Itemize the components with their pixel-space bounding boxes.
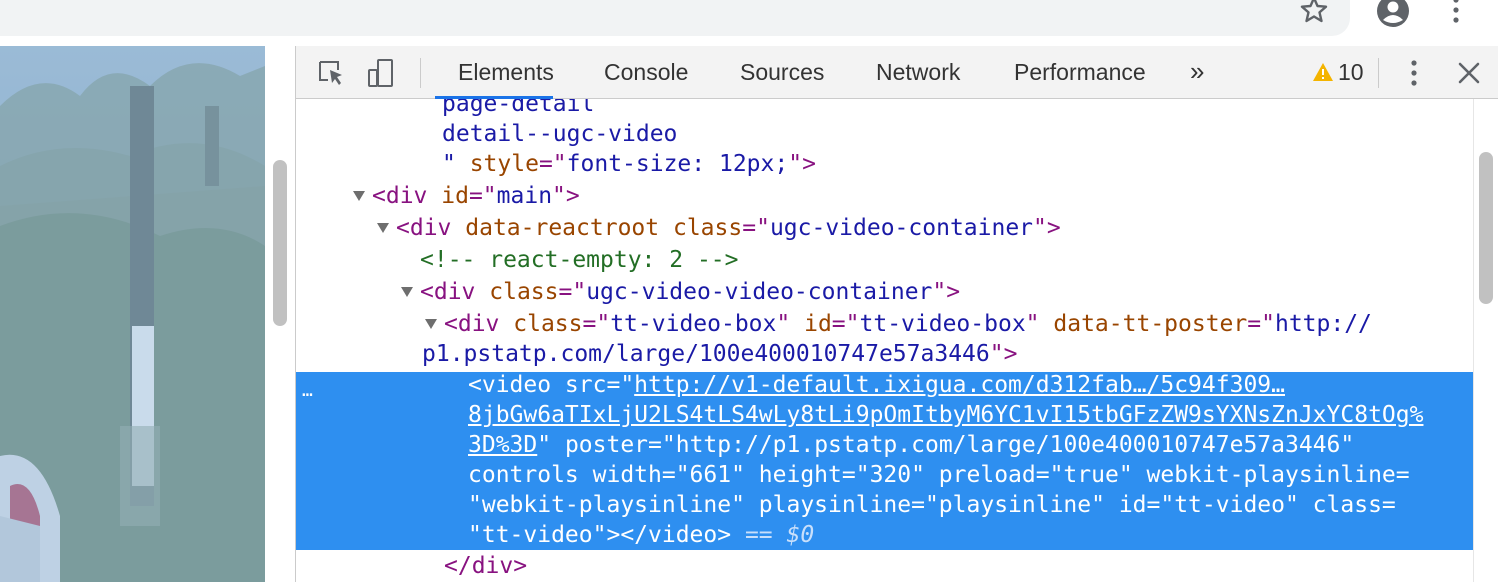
tree-line[interactable]: 8jbGw6aTIxLjU2LS4tLS4wLy8tLi9pOmItbyM6YC…: [468, 400, 1423, 430]
expand-triangle-icon[interactable]: [425, 319, 437, 329]
tree-node-ugc-video-container[interactable]: <div data-reactroot class="ugc-video-con…: [396, 213, 1061, 243]
tab-network[interactable]: Network: [876, 46, 960, 99]
video-src-link[interactable]: 3D%3D: [468, 432, 537, 458]
devtools-panel: Elements Console Sources Network Perform…: [295, 46, 1498, 582]
tab-performance[interactable]: Performance: [1014, 46, 1146, 99]
tree-line[interactable]: <video src="http://v1-default.ixigua.com…: [468, 370, 1285, 400]
tree-line[interactable]: p1.pstatp.com/large/100e400010747e57a344…: [422, 339, 1017, 369]
tab-sources[interactable]: Sources: [740, 46, 824, 99]
tree-node-tt-video-box[interactable]: <div class="tt-video-box" id="tt-video-b…: [444, 309, 1372, 339]
expand-triangle-icon[interactable]: [353, 191, 365, 201]
tab-elements[interactable]: Elements: [458, 46, 554, 99]
tree-comment-node[interactable]: <!-- react-empty: 2 -->: [420, 245, 739, 275]
tree-node-video-video-container[interactable]: <div class="ugc-video-video-container">: [420, 277, 960, 307]
video-src-link[interactable]: http://v1-default.ixigua.com/d312fab…/5c…: [634, 372, 1285, 398]
page-scrollbar-thumb[interactable]: [273, 160, 287, 326]
address-bar[interactable]: [0, 0, 1350, 36]
page-viewport[interactable]: [0, 46, 295, 582]
warning-count: 10: [1338, 59, 1364, 85]
tree-line[interactable]: "webkit-playsinline" playsinline="playsi…: [468, 490, 1396, 520]
tab-console[interactable]: Console: [604, 46, 688, 99]
devtools-toolbar: Elements Console Sources Network Perform…: [296, 46, 1498, 99]
warnings-counter[interactable]: 10: [1312, 46, 1364, 99]
expand-triangle-icon[interactable]: [377, 223, 389, 233]
device-toolbar-icon[interactable]: [366, 58, 396, 88]
selected-video-node[interactable]: … <video src="http://v1-default.ixigua.c…: [296, 372, 1473, 550]
tree-line[interactable]: "tt-video"></video> == $0: [468, 520, 814, 550]
devtools-menu-icon[interactable]: [1404, 58, 1424, 88]
tree-closing-div[interactable]: </div>: [444, 551, 527, 581]
browser-toolbar: [0, 0, 1498, 46]
elements-tree[interactable]: page-detail detail--ugc-video " style="f…: [296, 99, 1473, 582]
video-poster-image: [0, 46, 265, 582]
profile-avatar-icon[interactable]: [1376, 0, 1410, 28]
close-devtools-icon[interactable]: [1456, 60, 1482, 86]
video-src-link[interactable]: 8jbGw6aTIxLjU2LS4tLS4wLy8tLi9pOmItbyM6YC…: [468, 402, 1423, 428]
bookmark-star-icon[interactable]: [1298, 0, 1330, 26]
devtools-scrollbar-thumb[interactable]: [1479, 152, 1493, 304]
inspect-element-icon[interactable]: [316, 58, 346, 88]
toolbar-separator: [420, 58, 421, 88]
tree-node-div-main[interactable]: <div id="main">: [372, 181, 580, 211]
expand-triangle-icon[interactable]: [401, 287, 413, 297]
more-tabs-button[interactable]: »: [1190, 46, 1204, 99]
toolbar-separator: [1378, 58, 1379, 88]
node-actions-ellipsis[interactable]: …: [302, 376, 313, 406]
browser-menu-icon[interactable]: [1446, 0, 1466, 26]
tree-line[interactable]: controls width="661" height="320" preloa…: [468, 460, 1410, 490]
tree-line[interactable]: detail--ugc-video: [442, 119, 677, 149]
tree-line[interactable]: " style="font-size: 12px;">: [442, 149, 816, 179]
tree-line[interactable]: 3D%3D" poster="http://p1.pstatp.com/larg…: [468, 430, 1354, 460]
tree-line[interactable]: page-detail: [442, 99, 594, 119]
warning-triangle-icon: [1313, 62, 1333, 81]
